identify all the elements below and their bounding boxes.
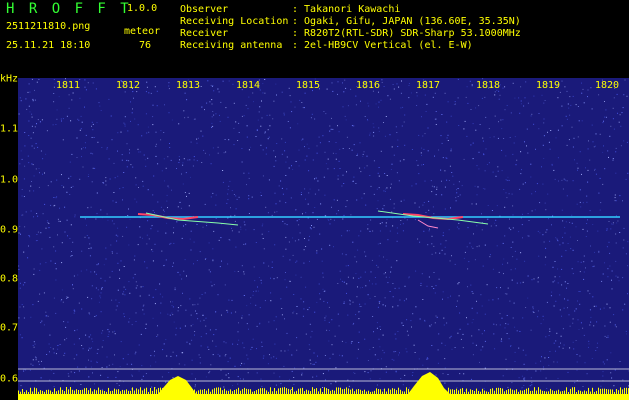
- info-value-antenna: : 2el-HB9CV Vertical (el. E-W): [292, 40, 473, 51]
- info-value-location: : Ogaki, Gifu, JAPAN (136.60E, 35.35N): [292, 16, 521, 27]
- meteor-count: 76: [139, 40, 152, 51]
- y-tick-1.1: 1.1: [0, 123, 19, 135]
- x-tick-1820: 1820: [594, 80, 620, 91]
- spectrogram-plot: [18, 78, 629, 400]
- info-label-antenna: Receiving antenna: [180, 40, 283, 51]
- info-value-receiver: : R820T2(RTL-SDR) SDR-Sharp 53.1000MHz: [292, 28, 521, 39]
- y-axis-unit: kHz: [0, 73, 19, 85]
- app-title: H R O F F T: [6, 1, 132, 17]
- info-label-location: Receiving Location: [180, 16, 289, 27]
- y-tick-1.0: 1.0: [0, 174, 19, 186]
- x-tick-1811: 1811: [55, 80, 81, 91]
- date-time: 25.11.21 18:10: [6, 40, 91, 51]
- spectrogram-background: [18, 78, 629, 400]
- x-tick-1814: 1814: [235, 80, 261, 91]
- x-tick-1818: 1818: [475, 80, 501, 91]
- x-tick-1813: 1813: [175, 80, 201, 91]
- file-name: 2511211810.png: [6, 21, 91, 32]
- info-label-receiver: Receiver: [180, 28, 229, 39]
- y-tick-0.6: 0.6: [0, 373, 19, 385]
- x-tick-1816: 1816: [355, 80, 381, 91]
- info-label-observer: Observer: [180, 4, 229, 15]
- x-tick-1819: 1819: [535, 80, 561, 91]
- x-tick-1817: 1817: [415, 80, 441, 91]
- y-tick-0.7: 0.7: [0, 322, 19, 334]
- x-tick-1812: 1812: [115, 80, 141, 91]
- y-tick-0.9: 0.9: [0, 224, 19, 236]
- hrofft-window: H R O F F T 1.0.0 2511211810.png meteor …: [0, 0, 629, 400]
- app-version: 1.0.0: [127, 3, 158, 14]
- meteor-label: meteor: [124, 26, 161, 37]
- info-value-observer: : Takanori Kawachi: [292, 4, 401, 15]
- y-tick-0.8: 0.8: [0, 273, 19, 285]
- x-tick-1815: 1815: [295, 80, 321, 91]
